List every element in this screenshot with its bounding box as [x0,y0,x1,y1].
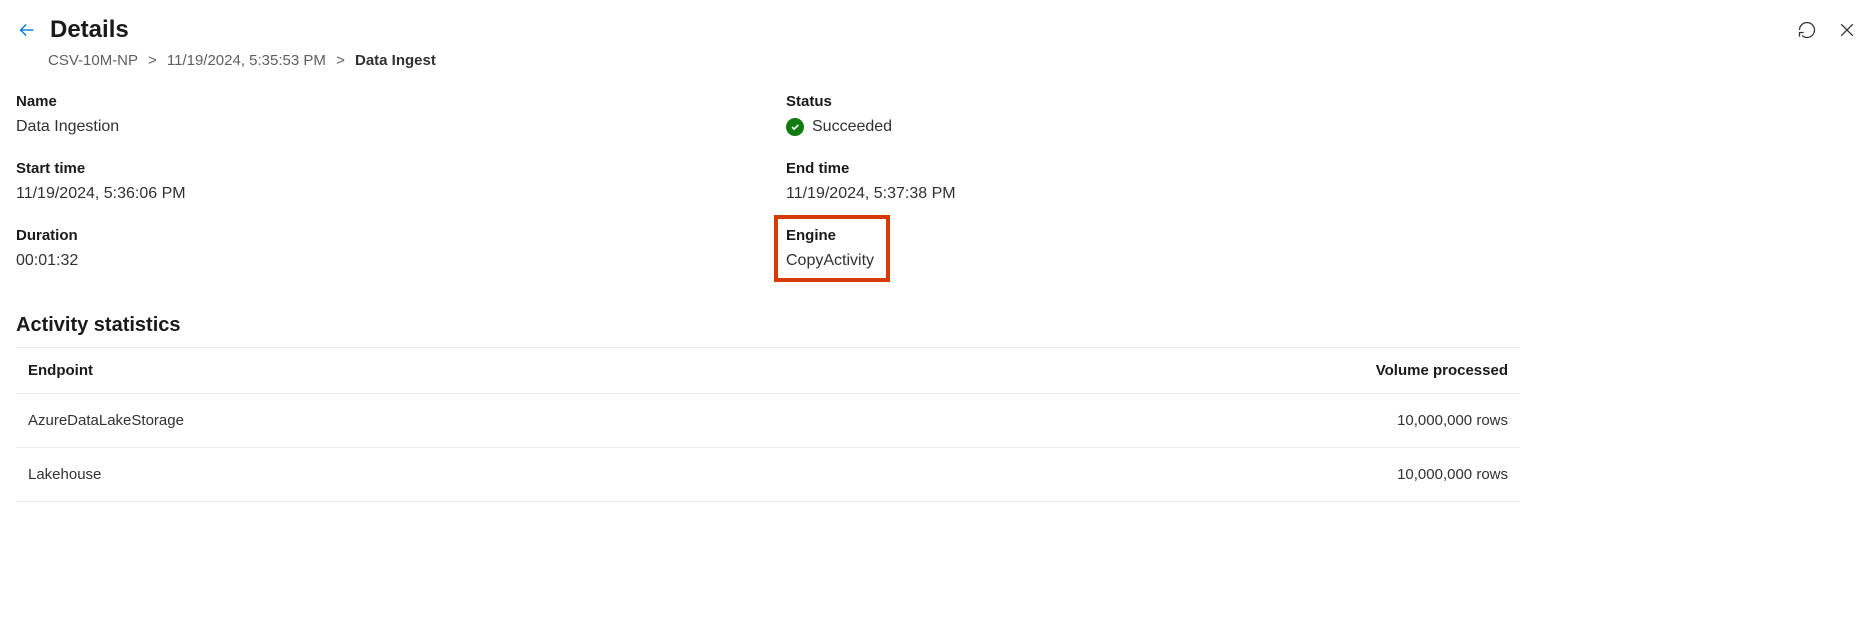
field-value: CopyActivity [786,252,874,270]
breadcrumb-separator: > [336,52,345,69]
header-left: Details [16,16,129,44]
cell-volume: 10,000,000 rows [821,448,1520,502]
close-icon[interactable] [1835,18,1859,42]
field-value: 00:01:32 [16,252,786,270]
field-start-time: Start time 11/19/2024, 5:36:06 PM [16,160,786,203]
activity-section-title: Activity statistics [16,314,1859,337]
highlight-box: Engine CopyActivity [774,215,890,282]
table-row: Lakehouse 10,000,000 rows [16,448,1520,502]
breadcrumb-current: Data Ingest [355,52,436,69]
field-value: Data Ingestion [16,118,786,136]
status-text: Succeeded [812,118,892,136]
field-name: Name Data Ingestion [16,93,786,136]
field-label: Engine [786,227,874,244]
field-value: 11/19/2024, 5:36:06 PM [16,185,786,203]
breadcrumb-item[interactable]: CSV-10M-NP [48,52,138,69]
info-grid: Name Data Ingestion Status Succeeded Sta… [16,93,1859,282]
field-label: Duration [16,227,786,244]
breadcrumb-item[interactable]: 11/19/2024, 5:35:53 PM [167,52,326,69]
header-right [1795,18,1859,42]
field-label: End time [786,160,1859,177]
table-header-row: Endpoint Volume processed [16,348,1520,394]
success-icon [786,118,804,136]
field-label: Start time [16,160,786,177]
field-engine: Engine CopyActivity [786,227,1859,282]
field-label: Status [786,93,1859,110]
col-volume: Volume processed [821,348,1520,394]
activity-table: Endpoint Volume processed AzureDataLakeS… [16,347,1520,502]
field-status: Status Succeeded [786,93,1859,136]
table-row: AzureDataLakeStorage 10,000,000 rows [16,394,1520,448]
field-value: Succeeded [786,118,1859,136]
cell-endpoint: Lakehouse [16,448,821,502]
col-endpoint: Endpoint [16,348,821,394]
cell-endpoint: AzureDataLakeStorage [16,394,821,448]
header-row: Details [16,16,1859,44]
back-arrow-icon[interactable] [16,19,38,41]
field-duration: Duration 00:01:32 [16,227,786,282]
refresh-icon[interactable] [1795,18,1819,42]
field-value: 11/19/2024, 5:37:38 PM [786,185,1859,203]
breadcrumb-separator: > [148,52,157,69]
cell-volume: 10,000,000 rows [821,394,1520,448]
page-title: Details [50,16,129,44]
breadcrumb: CSV-10M-NP > 11/19/2024, 5:35:53 PM > Da… [48,52,1859,69]
field-label: Name [16,93,786,110]
field-end-time: End time 11/19/2024, 5:37:38 PM [786,160,1859,203]
